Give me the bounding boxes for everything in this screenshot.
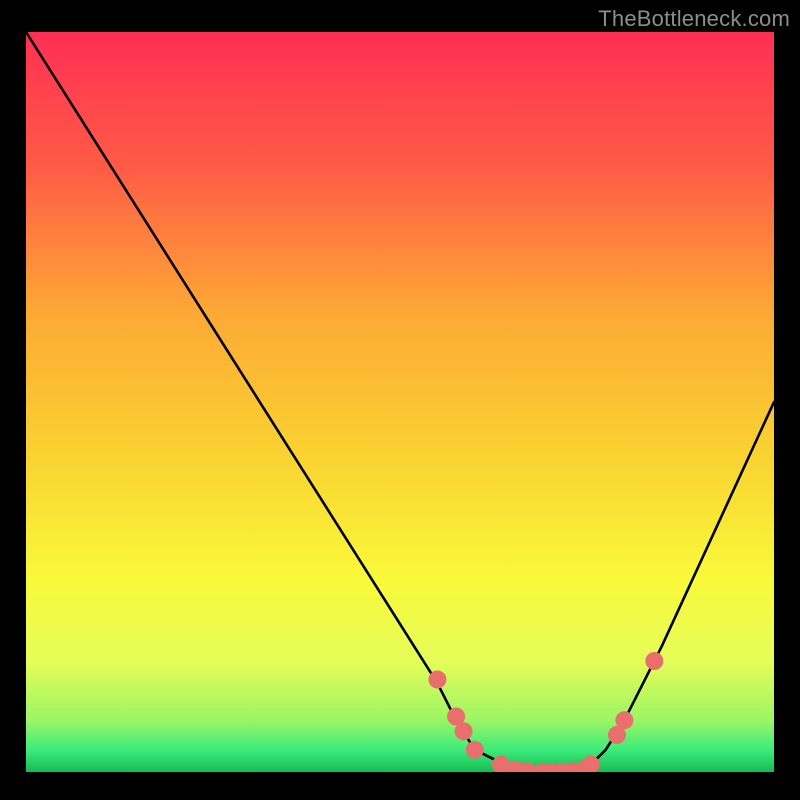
data-point (466, 741, 484, 759)
data-point (645, 652, 663, 670)
data-point (428, 671, 446, 689)
attribution-label: TheBottleneck.com (598, 6, 790, 32)
chart-container: TheBottleneck.com (0, 0, 800, 800)
data-point (615, 711, 633, 729)
plot-area (26, 32, 774, 772)
data-point (455, 722, 473, 740)
chart-svg (26, 32, 774, 772)
